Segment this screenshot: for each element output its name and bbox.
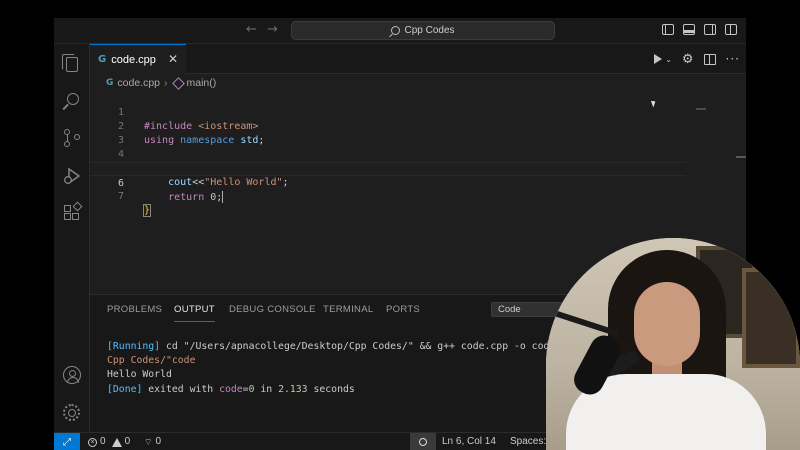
command-center-search[interactable]: Cpp Codes: [291, 21, 555, 40]
code-line: 5 cout<<"Hello World";: [90, 148, 690, 188]
run-debug-icon[interactable]: [63, 167, 81, 185]
code-line: 7 }: [90, 176, 690, 217]
tab-terminal[interactable]: TERMINAL: [323, 304, 373, 315]
cpp-file-icon: G: [98, 54, 107, 65]
output-line: Hello World: [107, 369, 172, 380]
customize-layout-icon[interactable]: [725, 24, 737, 35]
title-bar: ← → Cpp Codes: [54, 18, 746, 44]
broadcast-icon: ⌔: [144, 437, 153, 447]
zoom-button[interactable]: [410, 433, 436, 450]
close-icon[interactable]: ✕: [168, 53, 178, 65]
output-line: [Done] exited with code=0 in 2.133 secon…: [107, 384, 355, 395]
ports-status[interactable]: ⌔ 0: [144, 436, 161, 448]
tab-ports[interactable]: PORTS: [386, 304, 420, 315]
code-line-current: 6 return 0;: [90, 162, 686, 203]
error-count: 0: [100, 436, 106, 447]
more-actions-icon[interactable]: ···: [726, 52, 740, 66]
presenter-face: [634, 282, 700, 366]
line-number: 7: [117, 191, 124, 202]
breadcrumb-separator: ›: [164, 77, 168, 89]
search-icon: [391, 26, 401, 35]
output-line: Cpp Codes/"code: [107, 355, 196, 366]
accounts-icon[interactable]: [63, 366, 81, 384]
tab-label: code.cpp: [111, 53, 156, 66]
split-editor-icon[interactable]: [703, 53, 716, 65]
video-left-letterbox: [0, 0, 54, 450]
text-cursor: [222, 191, 224, 203]
problems-status[interactable]: × 0 0: [88, 436, 130, 448]
warning-icon: [111, 437, 122, 447]
code-line: 1 #include <iostream>: [90, 92, 690, 132]
code-text: return 0;: [168, 191, 224, 203]
editor-tab-bar: G code.cpp ✕ ⌄ ⚙ ···: [90, 44, 746, 74]
editor-actions: ⌄ ⚙ ···: [654, 50, 740, 68]
run-code-button[interactable]: ⌄: [654, 54, 672, 64]
explorer-icon[interactable]: [62, 54, 78, 72]
cursor-position[interactable]: Ln 6, Col 14: [442, 436, 496, 448]
gear-icon[interactable]: ⚙: [682, 52, 694, 67]
warning-count: 0: [124, 436, 131, 447]
arrow-right-icon[interactable]: →: [267, 22, 278, 38]
toggle-sidebar-icon[interactable]: [662, 24, 674, 35]
error-icon: ×: [88, 437, 97, 447]
tab-code-cpp[interactable]: G code.cpp ✕: [90, 44, 186, 74]
manage-gear-icon[interactable]: [63, 404, 80, 421]
arrow-left-icon[interactable]: ←: [246, 22, 257, 38]
workspace-name: Cpp Codes: [404, 25, 455, 36]
overview-ruler[interactable]: [736, 156, 746, 158]
chevron-down-icon: ⌄: [665, 54, 672, 64]
code-line: 3: [90, 120, 690, 146]
symbol-method-icon: [171, 76, 185, 90]
breadcrumb: G code.cpp › main(): [90, 74, 746, 92]
picture-frame: [742, 268, 800, 368]
code-text: }: [142, 204, 152, 217]
search-view-icon[interactable]: [67, 93, 79, 105]
play-icon: [654, 54, 663, 64]
code-line: 4 int main() {: [90, 134, 690, 175]
webcam-overlay: [546, 238, 800, 450]
tab-problems[interactable]: PROBLEMS: [107, 304, 162, 315]
video-top-letterbox: [54, 0, 746, 18]
breadcrumb-symbol[interactable]: main(): [187, 77, 217, 89]
zoom-icon: [419, 438, 427, 446]
remote-indicator-button[interactable]: ⤢: [54, 433, 80, 450]
code-line: 2 using namespace std;: [90, 106, 690, 146]
output-line: [Running] cd "/Users/apnacollege/Desktop…: [107, 341, 568, 352]
ports-count: 0: [155, 436, 162, 447]
activity-bar: [54, 44, 90, 432]
tab-debug-console[interactable]: DEBUG CONSOLE: [229, 304, 316, 315]
minimap[interactable]: [696, 108, 706, 110]
toggle-secondary-sidebar-icon[interactable]: [704, 24, 716, 35]
breadcrumb-file[interactable]: code.cpp: [117, 77, 160, 89]
cpp-file-icon: G: [106, 78, 114, 88]
extensions-icon[interactable]: [63, 201, 83, 222]
tab-output[interactable]: OUTPUT: [174, 304, 215, 322]
toggle-panel-icon[interactable]: [683, 24, 695, 35]
source-control-icon[interactable]: [63, 129, 81, 147]
